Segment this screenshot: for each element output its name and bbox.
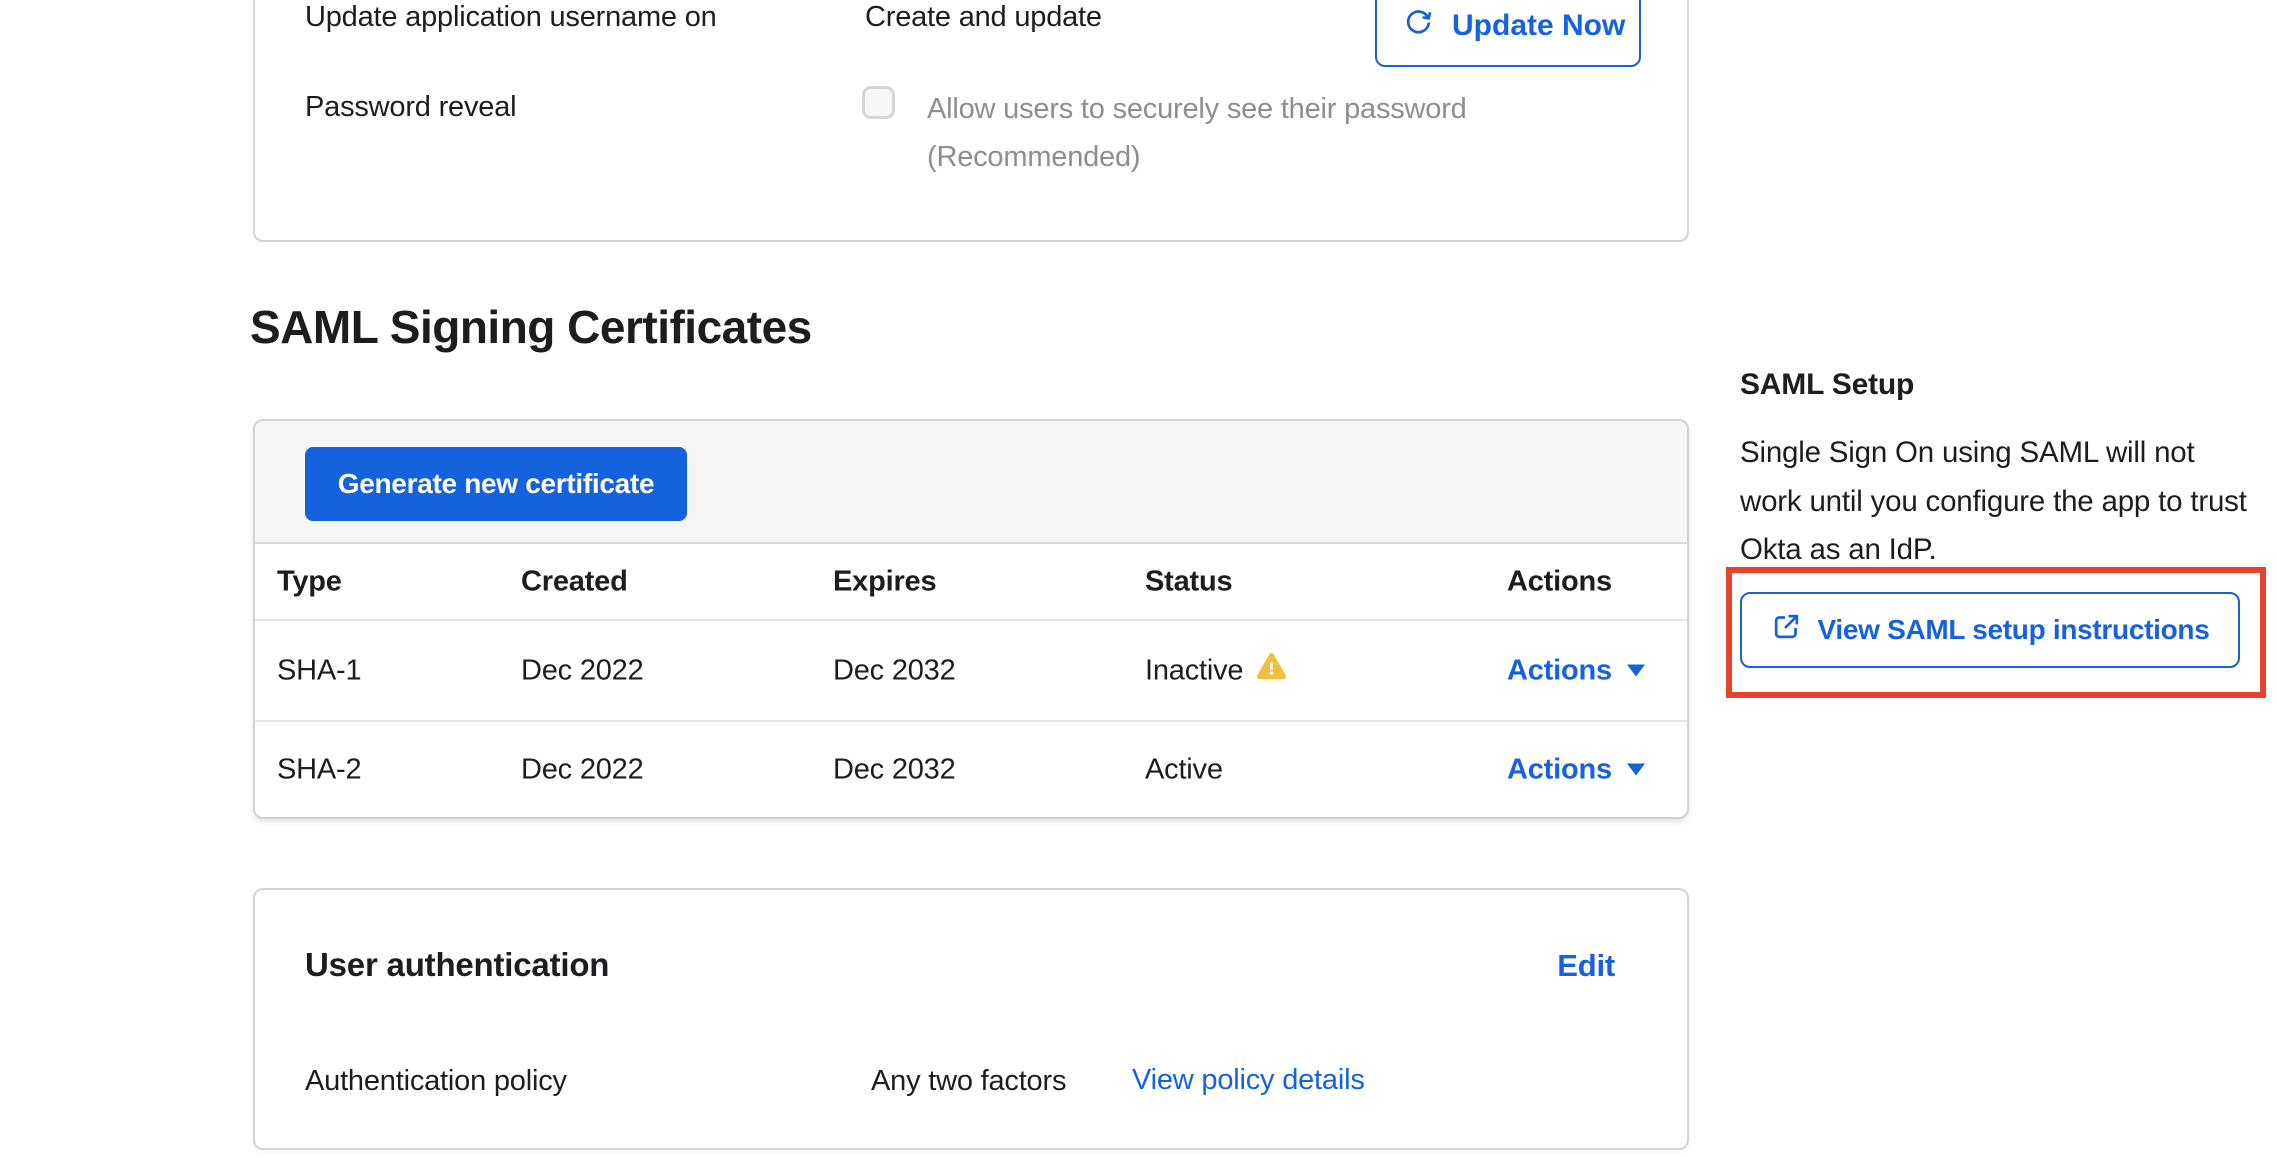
update-now-button[interactable]: Update Now	[1375, 0, 1641, 67]
cell-created: Dec 2022	[521, 753, 644, 786]
authentication-policy-value: Any two factors	[871, 1064, 1066, 1098]
user-authentication-heading: User authentication	[305, 946, 609, 984]
saml-certificates-heading: SAML Signing Certificates	[250, 300, 812, 354]
password-reveal-recommended-label: (Recommended)	[927, 140, 1140, 174]
view-policy-details-link[interactable]: View policy details	[1132, 1064, 1365, 1097]
cell-type: SHA-1	[277, 654, 361, 687]
column-header-created: Created	[521, 565, 628, 598]
external-link-icon	[1771, 611, 1802, 649]
view-saml-setup-instructions-label: View SAML setup instructions	[1818, 614, 2210, 646]
password-reveal-label: Password reveal	[305, 90, 516, 124]
authentication-policy-label: Authentication policy	[305, 1064, 567, 1098]
chevron-down-icon	[1627, 764, 1645, 776]
column-header-type: Type	[277, 565, 342, 598]
certificates-toolbar: Generate new certificate	[255, 421, 1687, 544]
certificate-row-sha1: SHA-1 Dec 2022 Dec 2032 Inactive	[255, 621, 1687, 722]
cell-type: SHA-2	[277, 753, 361, 786]
column-header-expires: Expires	[833, 565, 936, 598]
cell-status: Inactive	[1145, 654, 1243, 687]
row-actions-dropdown[interactable]: Actions	[1507, 753, 1645, 786]
actions-label: Actions	[1507, 753, 1612, 786]
column-header-status: Status	[1145, 565, 1232, 598]
cell-status: Active	[1145, 753, 1223, 786]
update-now-label: Update Now	[1452, 9, 1625, 43]
cell-expires: Dec 2032	[833, 654, 956, 687]
column-header-actions: Actions	[1507, 565, 1612, 598]
saml-setup-description: Single Sign On using SAML will not work …	[1740, 429, 2260, 575]
password-reveal-checkbox-label: Allow users to securely see their passwo…	[927, 92, 1467, 126]
password-reveal-checkbox[interactable]	[862, 86, 895, 119]
edit-link[interactable]: Edit	[1557, 948, 1615, 984]
saml-setup-heading: SAML Setup	[1740, 368, 2260, 402]
page: Update application username on Create an…	[0, 0, 2279, 1158]
view-saml-setup-instructions-button[interactable]: View SAML setup instructions	[1740, 592, 2240, 668]
row-actions-dropdown[interactable]: Actions	[1507, 654, 1645, 687]
user-authentication-card: User authentication Edit Authentication …	[253, 888, 1689, 1150]
cell-created: Dec 2022	[521, 654, 644, 687]
username-update-label: Update application username on	[305, 0, 717, 34]
warning-icon	[1256, 651, 1287, 690]
refresh-icon	[1403, 6, 1434, 45]
chevron-down-icon	[1627, 665, 1645, 677]
saml-setup-sidebar: SAML Setup Single Sign On using SAML wil…	[1740, 368, 2260, 575]
generate-certificate-button[interactable]: Generate new certificate	[305, 447, 687, 521]
username-update-value: Create and update	[865, 0, 1102, 34]
cell-expires: Dec 2032	[833, 753, 956, 786]
certificate-row-sha2: SHA-2 Dec 2022 Dec 2032 Active Actions	[255, 722, 1687, 817]
actions-label: Actions	[1507, 654, 1612, 687]
certificates-table-header: Type Created Expires Status Actions	[255, 544, 1687, 621]
saml-certificates-panel: Generate new certificate Type Created Ex…	[253, 419, 1689, 819]
